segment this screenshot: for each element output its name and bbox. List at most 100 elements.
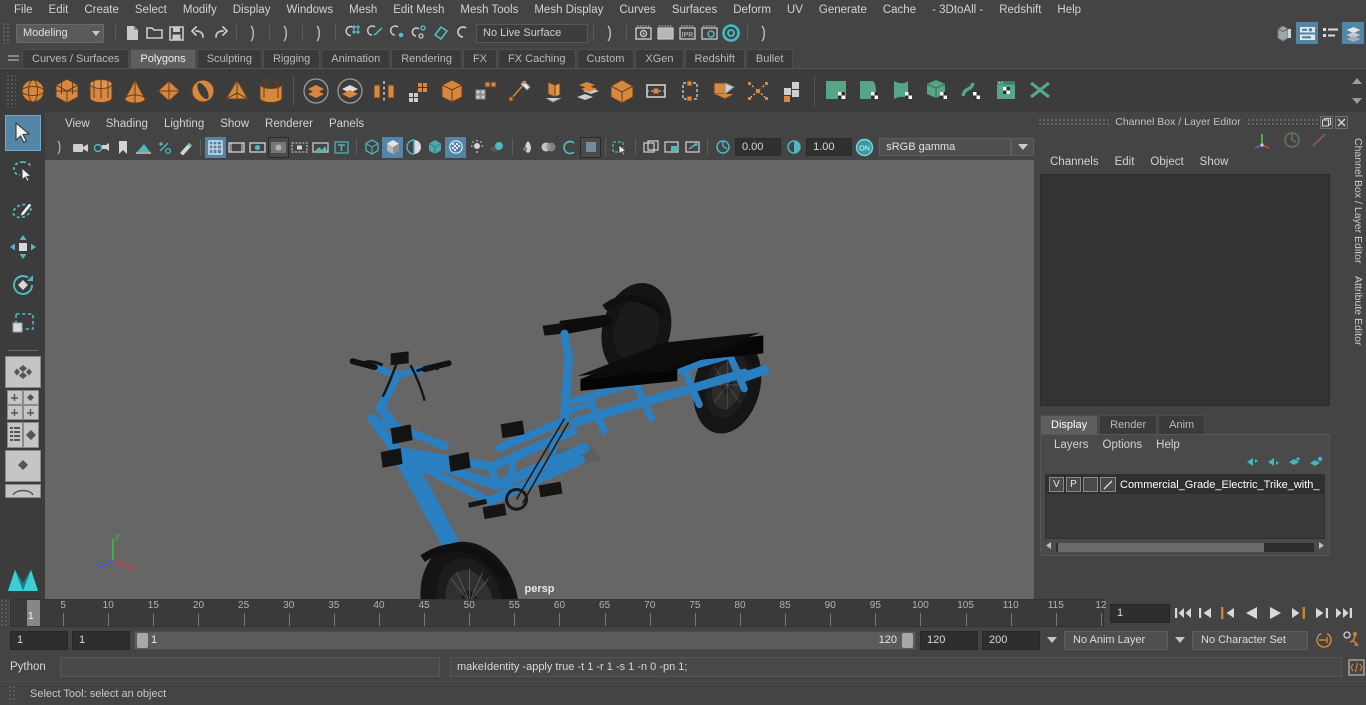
poly-pyramid-icon[interactable] — [220, 74, 254, 108]
gate-mask-icon[interactable] — [268, 136, 289, 158]
layout-cell-2[interactable] — [22, 390, 39, 405]
channel-menu-edit[interactable]: Edit — [1107, 155, 1143, 169]
channel-menu-show[interactable]: Show — [1192, 155, 1237, 169]
dock-tab-channel-box[interactable]: Channel Box / Layer Editor — [1352, 132, 1364, 270]
color-management-dropdown[interactable] — [1011, 138, 1035, 156]
shelf-tab-fx[interactable]: FX — [462, 49, 498, 68]
shelf-tab-redshift[interactable]: Redshift — [684, 49, 745, 68]
gamma-icon[interactable] — [783, 137, 804, 158]
menu-windows[interactable]: Windows — [278, 2, 341, 18]
channel-menu-channels[interactable]: Channels — [1042, 155, 1107, 169]
render-region-icon[interactable] — [654, 22, 676, 44]
layout-cell-3[interactable] — [6, 405, 23, 420]
character-set-dropdown-icon[interactable] — [1172, 631, 1188, 649]
poly-bevel-icon[interactable] — [605, 74, 639, 108]
channel-menu-object[interactable]: Object — [1142, 155, 1191, 169]
twopointfour-icon[interactable] — [154, 137, 175, 158]
film-origin-icon[interactable] — [289, 137, 310, 158]
layer-list-horizontal-scrollbar[interactable] — [1045, 541, 1325, 553]
uv-planar-icon[interactable] — [854, 74, 888, 108]
xray-joints-icon[interactable] — [580, 136, 601, 158]
playback-start-time-field[interactable]: 1 — [72, 630, 130, 650]
step-forward-keyframe-icon[interactable] — [1310, 603, 1331, 624]
menu-file[interactable]: File — [6, 2, 41, 18]
poly-combine-icon[interactable] — [435, 74, 469, 108]
toggle-channel-box-icon[interactable] — [1342, 22, 1364, 44]
layout-persp-cell[interactable] — [22, 422, 39, 448]
panel-layout-single-icon[interactable] — [640, 137, 661, 158]
poly-multi-cut-icon[interactable] — [537, 74, 571, 108]
isolate-select-icon[interactable] — [610, 137, 631, 158]
move-layer-down-icon[interactable] — [1267, 456, 1281, 471]
layer-menu-layers[interactable]: Layers — [1047, 438, 1096, 452]
poly-bridge-icon[interactable] — [639, 74, 673, 108]
lights-icon[interactable] — [445, 136, 466, 158]
layer-name-label[interactable]: Commercial_Grade_Electric_Trike_with_ — [1120, 479, 1320, 491]
poly-torus-icon[interactable] — [186, 74, 220, 108]
menu-generate[interactable]: Generate — [811, 2, 875, 18]
uv-layout-icon[interactable] — [990, 74, 1024, 108]
shelf-tab-bullet[interactable]: Bullet — [745, 49, 794, 68]
viewport-menu-show[interactable]: Show — [212, 116, 257, 132]
select-by-object-icon[interactable] — [275, 22, 297, 44]
poly-cone-icon[interactable] — [118, 74, 152, 108]
color-management-field[interactable]: sRGB gamma — [879, 138, 1012, 156]
move-tool-button[interactable] — [5, 229, 41, 265]
rotate-tool-button[interactable] — [5, 267, 41, 303]
text-overlay-icon[interactable] — [331, 137, 352, 158]
snap-to-view-plane-icon[interactable] — [429, 22, 451, 44]
resolution-gate-icon[interactable] — [247, 137, 268, 158]
select-tool-button[interactable] — [4, 115, 41, 151]
scroll-left-icon[interactable] — [1045, 541, 1053, 553]
play-forwards-icon[interactable] — [1264, 603, 1285, 624]
outliner-persp-layout-button[interactable] — [6, 422, 40, 448]
poly-quad-draw-icon[interactable] — [503, 74, 537, 108]
uv-editor-icon[interactable] — [820, 74, 854, 108]
scrollbar-track[interactable] — [1056, 542, 1314, 552]
current-time-indicator[interactable]: 1 — [27, 600, 40, 626]
film-gate-icon[interactable] — [226, 137, 247, 158]
layer-shading-toggle[interactable] — [1083, 477, 1098, 492]
poly-smooth-icon[interactable] — [401, 74, 435, 108]
viewport-menu-panels[interactable]: Panels — [321, 116, 372, 132]
viewport-menu-view[interactable]: View — [57, 116, 98, 132]
shelf-scroll-arrows[interactable] — [1350, 71, 1364, 111]
time-slider[interactable]: 1 5 10 15 20 25 30 35 40 45 50 55 60 65 70 75 80 85 90 95 1… — [10, 599, 1107, 627]
menu-redshift[interactable]: Redshift — [991, 2, 1049, 18]
uv-cut-icon[interactable] — [1024, 74, 1058, 108]
shelf-tab-sculpting[interactable]: Sculpting — [196, 49, 262, 68]
layer-visibility-toggle[interactable]: V — [1049, 477, 1064, 492]
shelf-tab-fx-caching[interactable]: FX Caching — [498, 49, 576, 68]
menu-deform[interactable]: Deform — [725, 2, 779, 18]
menu-surfaces[interactable]: Surfaces — [664, 2, 725, 18]
time-slider-grip[interactable] — [0, 599, 10, 627]
poly-extract-icon[interactable] — [469, 74, 503, 108]
toggle-tool-settings-icon[interactable] — [1319, 22, 1341, 44]
menu-mesh-display[interactable]: Mesh Display — [526, 2, 611, 18]
poly-booleans-difference-icon[interactable] — [333, 74, 367, 108]
light-bulb-icon[interactable] — [466, 137, 487, 158]
render-settings-icon[interactable] — [698, 22, 720, 44]
bookmarks-camera-icon[interactable] — [91, 137, 112, 158]
redo-icon[interactable] — [209, 22, 231, 44]
layout-cell-4[interactable] — [22, 405, 39, 420]
animation-start-time-field[interactable]: 1 — [10, 630, 68, 650]
gamma-value-field[interactable]: 1.00 — [806, 138, 853, 156]
uv-cylindrical-icon[interactable] — [888, 74, 922, 108]
dock-tab-attribute-editor[interactable]: Attribute Editor — [1352, 270, 1364, 351]
viewport-menu-lighting[interactable]: Lighting — [156, 116, 212, 132]
channel-box-attribute-list[interactable] — [1040, 174, 1330, 406]
last-tool-used-button[interactable] — [4, 356, 41, 388]
lasso-select-tool-button[interactable] — [5, 153, 41, 189]
menu-modify[interactable]: Modify — [175, 2, 225, 18]
go-to-end-icon[interactable] — [1333, 603, 1354, 624]
exposure-value-field[interactable]: 0.00 — [735, 138, 782, 156]
menu-display[interactable]: Display — [225, 2, 279, 18]
scroll-right-icon[interactable] — [1317, 541, 1325, 553]
render-current-frame-icon[interactable] — [632, 22, 654, 44]
command-output-field[interactable]: makeIdentity -apply true -t 1 -r 1 -s 1 … — [450, 657, 1342, 677]
menu-help[interactable]: Help — [1049, 2, 1089, 18]
panel-layout-two-icon[interactable] — [661, 137, 682, 158]
live-surface-field[interactable]: No Live Surface — [476, 23, 588, 43]
layer-tab-display[interactable]: Display — [1040, 415, 1099, 434]
